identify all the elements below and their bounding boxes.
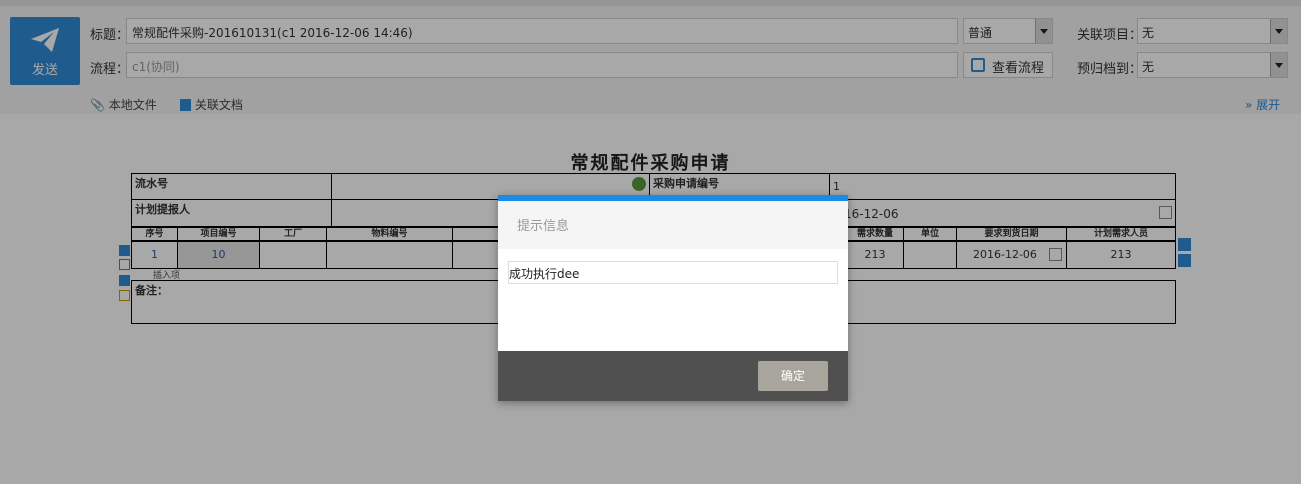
alert-dialog: 提示信息 成功执行dee 确定 [498,195,848,401]
dialog-footer: 确定 [498,351,848,401]
ok-button[interactable]: 确定 [758,361,828,391]
dialog-message: 成功执行dee [508,261,838,284]
dialog-title: 提示信息 [498,201,848,249]
